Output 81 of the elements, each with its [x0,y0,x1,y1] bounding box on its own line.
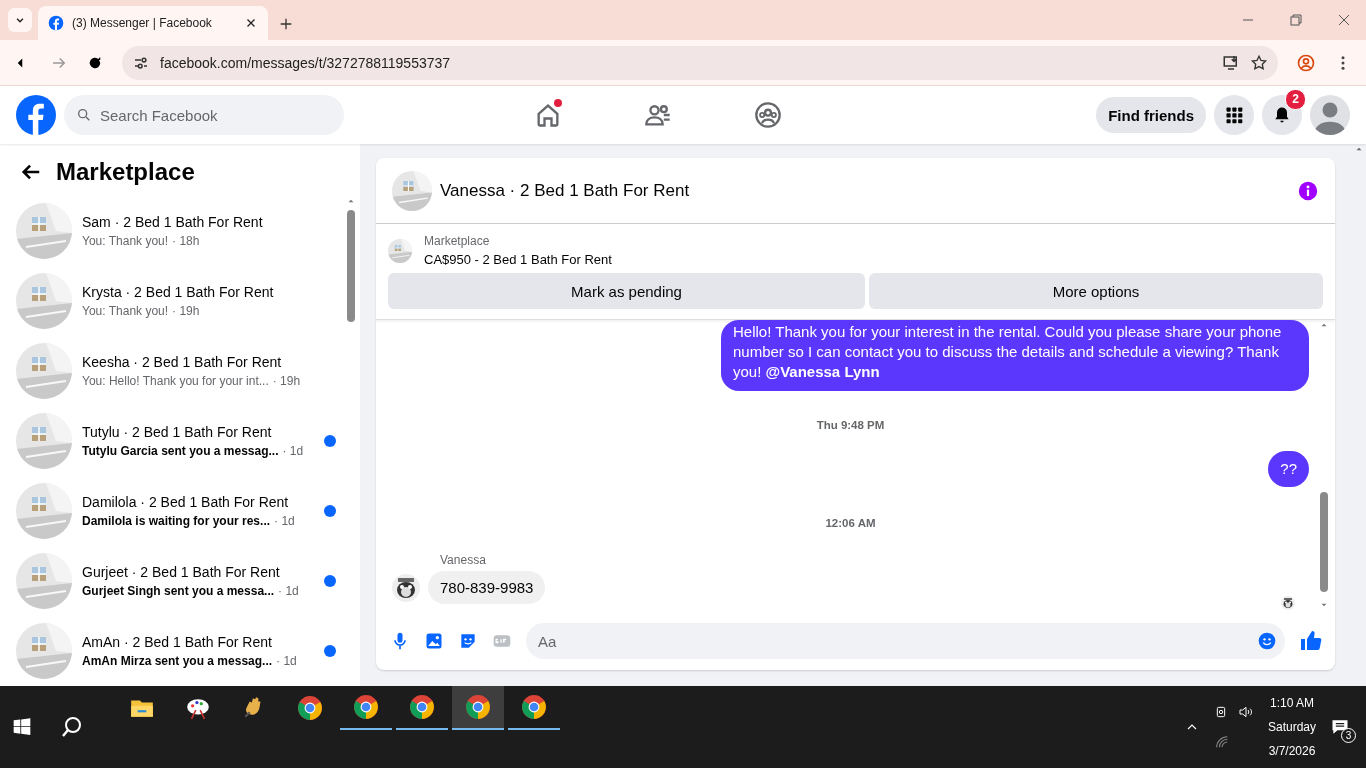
clock-time: 1:10 AM [1269,696,1314,710]
facebook-logo-icon[interactable] [16,95,56,135]
conversation-item[interactable]: Gurjeet · 2 Bed 1 Bath For Rent Gurjeet Singh sent you a messa... · 1d [0,546,346,616]
scrollbar-thumb[interactable] [1320,492,1328,592]
listing-title: CA$950 - 2 Bed 1 Bath For Rent [424,252,612,267]
message-preview: You: Thank you! [82,234,169,248]
received-message: 780-839-9983 [428,571,546,604]
photo-icon[interactable] [424,631,444,651]
search-icon[interactable] [60,715,84,739]
timestamp: 12:06 AM [825,517,876,529]
timestamp: Thu 9:48 PM [816,419,885,431]
message-time: · 19h [272,374,301,388]
conversation-item[interactable]: Krysta · 2 Bed 1 Bath For Rent You: Thank you! · 19h [0,266,346,336]
conversation-title: Krysta · 2 Bed 1 Bath For Rent [82,284,275,300]
message-time: · 1d [274,514,295,528]
conversation-item[interactable]: Tutylu · 2 Bed 1 Bath For Rent Tutylu Garcia sent you a messag... · 1d [0,406,346,476]
chrome-icon[interactable] [353,694,379,720]
chrome-icon[interactable] [409,694,435,720]
conversation-item[interactable]: Damilola · 2 Bed 1 Bath For Rent Damilola is waiting for your res... · 1d [0,476,346,546]
like-icon[interactable] [1299,629,1323,653]
groups-icon[interactable] [754,101,782,129]
message-time: · 18h [172,234,200,248]
message-preview: Tutylu Garcia sent you a messag... [82,444,279,458]
sent-message: ?? [1268,451,1309,487]
conversation-title: AmAn · 2 Bed 1 Bath For Rent [82,634,273,650]
conversation-item[interactable]: Keesha · 2 Bed 1 Bath For Rent You: Hello! Thank you for your int... · 19h [0,336,346,406]
notification-badge: 3 [1341,728,1356,743]
clock-day: Saturday [1267,720,1316,734]
message-preview: Gurjeet Singh sent you a messa... [82,584,275,598]
conversation-item[interactable]: AmAn · 2 Bed 1 Bath For Rent AmAn Mirza sent you a messag... · 1d [0,616,346,686]
chrome-icon[interactable] [465,694,491,720]
start-icon[interactable] [12,717,32,737]
conversation-title: Gurjeet · 2 Bed 1 Bath For Rent [82,564,281,580]
chrome-icon[interactable] [521,694,547,720]
message-preview: You: Hello! Thank you for your int... [82,374,269,388]
scrollbar-thumb[interactable] [347,210,355,322]
address-bar[interactable]: facebook.com/messages/t/3272788119553737 [122,45,1278,80]
clock-date: 3/7/2026 [1268,744,1316,758]
message-time: · 1d [282,444,304,458]
notification-badge: 2 [1285,89,1306,110]
sticker-icon[interactable] [458,631,478,651]
volume-icon[interactable] [1237,704,1254,720]
install-icon[interactable] [1222,53,1240,72]
conversation-title: Tutylu · 2 Bed 1 Bath For Rent [82,424,273,440]
plus-icon[interactable] [278,16,294,32]
message-icon[interactable] [1330,717,1350,737]
info-icon[interactable] [1297,179,1319,202]
find-friends-button[interactable]: Find friends [1096,97,1206,133]
sent-message: Hello! Thank you for your interest in the rental. Could you please share your phone number so I can contact you to discuss the details and schedule a viewing? Thank you! @Vanessa Lynn [721,320,1309,391]
chrome-icon[interactable] [297,695,323,721]
account-button[interactable] [1310,95,1350,135]
message-field[interactable]: Aa [526,623,1285,659]
profile-icon[interactable] [1296,52,1316,73]
url-text: facebook.com/messages/t/3272788119553737 [160,54,452,71]
message-preview: Damilola is waiting for your res... [82,514,271,528]
conversation-title: Sam · 2 Bed 1 Bath For Rent [82,214,264,230]
menu-button[interactable] [1214,95,1254,135]
browser-tab[interactable]: (3) Messenger | Facebook [38,6,268,40]
sender-name: Vanessa [440,553,487,567]
message-preview: AmAn Mirza sent you a messag... [82,654,273,668]
message-time: · 19h [172,304,200,318]
message-time: · 1d [278,584,299,598]
grid-icon[interactable] [1224,105,1244,125]
facebook-icon[interactable] [48,15,64,31]
conversation-item[interactable]: Sam · 2 Bed 1 Bath For Rent You: Thank you! · 18h [0,196,346,266]
chat-title: Vanessa · 2 Bed 1 Bath For Rent [440,180,691,201]
listing-label: Marketplace [424,234,491,248]
sidebar-title: Marketplace [56,158,195,186]
message-time: · 1d [276,654,297,668]
message-preview: You: Thank you! [82,304,169,318]
network-icon[interactable] [1213,734,1230,750]
conversation-title: Keesha · 2 Bed 1 Bath For Rent [82,354,283,370]
conversation-title: Damilola · 2 Bed 1 Bath For Rent [82,494,290,510]
tab-title: (3) Messenger | Facebook [72,16,213,30]
notifications-button[interactable] [1262,95,1302,135]
emoji-icon[interactable] [1257,631,1277,651]
action-button[interactable]: Mark as pending [388,273,865,309]
taskbar-app[interactable] [452,686,504,730]
search-field[interactable]: Search Facebook [64,95,344,135]
action-button[interactable]: More options [869,273,1323,309]
star-icon[interactable] [1250,53,1268,72]
